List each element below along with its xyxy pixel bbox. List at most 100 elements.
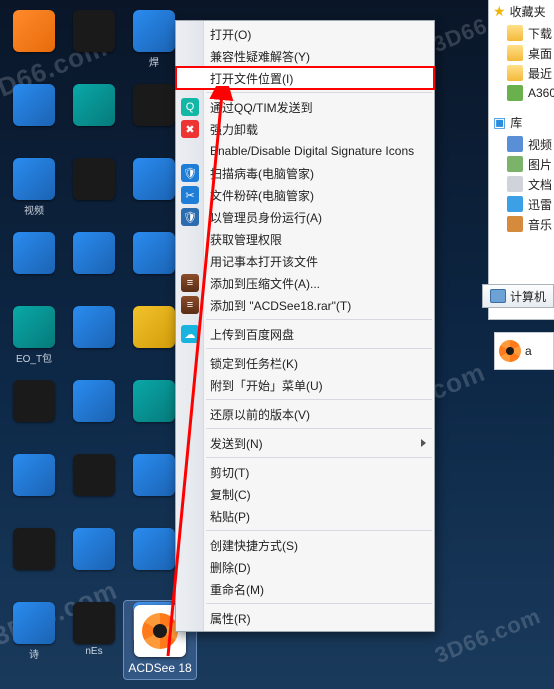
ctx-add-to-rar[interactable]: ≡添加到 "ACDSee18.rar"(T) [176, 294, 434, 316]
video-icon [507, 136, 523, 152]
watermark: 3D66.com [431, 603, 545, 669]
ctx-open-file-location[interactable]: 打开文件位置(I) [176, 67, 434, 89]
computer-icon [490, 289, 506, 303]
shield-icon: 🛡 [181, 164, 199, 182]
qq-icon: Q [181, 98, 199, 116]
nav-documents[interactable]: 文档 [489, 174, 554, 194]
desktop-icon[interactable] [126, 306, 182, 376]
desktop-icon-grid: 焊视频EO_T包诗nEskyN [6, 10, 186, 670]
ctx-delete[interactable]: 删除(D) [176, 556, 434, 578]
desktop-icon[interactable] [66, 84, 122, 154]
ctx-paste[interactable]: 粘贴(P) [176, 505, 434, 527]
desktop-icon-label: EO_T包 [16, 350, 52, 365]
ctx-get-perm[interactable]: 获取管理权限 [176, 228, 434, 250]
ctx-open-notepad[interactable]: 用记事本打开该文件 [176, 250, 434, 272]
music-icon [507, 216, 523, 232]
desktop-icon[interactable] [66, 158, 122, 228]
desktop-icon[interactable]: 诗 [6, 602, 62, 672]
ctx-upload-baidu[interactable]: ☁上传到百度网盘 [176, 323, 434, 345]
ctx-cut[interactable]: 剪切(T) [176, 461, 434, 483]
admin-shield-icon: 🛡 [181, 208, 199, 226]
app-icon [133, 380, 175, 422]
desktop-icon[interactable]: EO_T包 [6, 306, 62, 376]
desktop-icon[interactable] [66, 528, 122, 598]
desktop-icon[interactable] [126, 380, 182, 450]
app-icon [73, 380, 115, 422]
ctx-file-shred[interactable]: ✂文件粉碎(电脑管家) [176, 184, 434, 206]
desktop-icon[interactable] [126, 158, 182, 228]
desktop-icon[interactable]: 焊 [126, 10, 182, 80]
a360-icon [507, 85, 523, 101]
app-icon [13, 10, 55, 52]
nav-favorites[interactable]: ★收藏夹 [489, 0, 554, 23]
desktop-icon-label: ACDSee 18 [124, 661, 196, 675]
app-icon [73, 306, 115, 348]
winrar-icon: ≡ [181, 296, 199, 314]
nav-recent[interactable]: 最近 [489, 63, 554, 83]
nav-music[interactable]: 音乐 [489, 214, 554, 234]
desktop-icon[interactable] [6, 10, 62, 80]
nav-videos[interactable]: 视频 [489, 134, 554, 154]
documents-icon [507, 176, 523, 192]
nav-pictures[interactable]: 图片 [489, 154, 554, 174]
nav-a360[interactable]: A360 [489, 83, 554, 103]
folder-icon [507, 65, 523, 81]
desktop-icon[interactable] [6, 84, 62, 154]
explorer-nav-pane: ★收藏夹 下载 桌面 最近 A360 ▣库 视频 图片 文档 迅雷 音乐 [488, 0, 554, 320]
app-icon [13, 528, 55, 570]
desktop-icon[interactable] [126, 528, 182, 598]
app-icon [133, 158, 175, 200]
nav-libraries[interactable]: ▣库 [489, 111, 554, 134]
desktop-icon[interactable]: nEs [66, 602, 122, 672]
desktop-icon-label: 焊 [149, 54, 159, 69]
ctx-compatibility[interactable]: 兼容性疑难解答(Y) [176, 45, 434, 67]
ctx-copy[interactable]: 复制(C) [176, 483, 434, 505]
nav-computer-button[interactable]: 计算机 [482, 284, 554, 308]
desktop-icon[interactable] [6, 528, 62, 598]
cloud-icon: ☁ [181, 325, 199, 343]
ctx-rename[interactable]: 重命名(M) [176, 578, 434, 600]
desktop-icon[interactable] [66, 10, 122, 80]
ctx-pin-taskbar[interactable]: 锁定到任务栏(K) [176, 352, 434, 374]
ctx-properties[interactable]: 属性(R) [176, 607, 434, 629]
desktop-icon[interactable] [66, 454, 122, 524]
desktop-icon[interactable] [6, 232, 62, 302]
desktop-icon[interactable] [126, 84, 182, 154]
app-icon [13, 380, 55, 422]
desktop-icon[interactable]: 视频 [6, 158, 62, 228]
desktop-icon[interactable] [66, 232, 122, 302]
app-icon [13, 306, 55, 348]
ctx-digital-signature[interactable]: Enable/Disable Digital Signature Icons [176, 140, 434, 162]
ctx-qq-send[interactable]: Q通过QQ/TIM发送到 [176, 96, 434, 118]
uninstall-icon: ✖ [181, 120, 199, 138]
desktop-icon[interactable] [6, 454, 62, 524]
ctx-force-uninstall[interactable]: ✖强力卸载 [176, 118, 434, 140]
desktop-icon[interactable] [66, 380, 122, 450]
winrar-icon: ≡ [181, 274, 199, 292]
ctx-restore-previous[interactable]: 还原以前的版本(V) [176, 403, 434, 425]
app-icon [13, 454, 55, 496]
desktop-icon[interactable] [66, 306, 122, 376]
ctx-run-as-admin[interactable]: 🛡以管理员身份运行(A) [176, 206, 434, 228]
ctx-send-to[interactable]: 发送到(N) [176, 432, 434, 454]
ctx-scan-virus[interactable]: 🛡扫描病毒(电脑管家) [176, 162, 434, 184]
desktop-icon[interactable] [126, 232, 182, 302]
nav-desktop[interactable]: 桌面 [489, 43, 554, 63]
toolbar-acdsee[interactable]: a [494, 332, 554, 370]
desktop-icon[interactable] [126, 454, 182, 524]
ctx-open[interactable]: 打开(O) [176, 23, 434, 45]
nav-downloads[interactable]: 下载 [489, 23, 554, 43]
desktop-icon[interactable] [6, 380, 62, 450]
ctx-pin-start[interactable]: 附到「开始」菜单(U) [176, 374, 434, 396]
app-icon [73, 84, 115, 126]
ctx-add-archive[interactable]: ≡添加到压缩文件(A)... [176, 272, 434, 294]
ctx-create-shortcut[interactable]: 创建快捷方式(S) [176, 534, 434, 556]
nav-xunlei[interactable]: 迅雷 [489, 194, 554, 214]
app-icon [13, 602, 55, 644]
context-menu: 打开(O) 兼容性疑难解答(Y) 打开文件位置(I) Q通过QQ/TIM发送到 … [175, 20, 435, 632]
aperture-icon [499, 340, 521, 362]
app-icon [133, 454, 175, 496]
app-icon [73, 454, 115, 496]
desktop-icon-label: 诗 [29, 646, 39, 661]
library-icon: ▣ [493, 114, 506, 131]
